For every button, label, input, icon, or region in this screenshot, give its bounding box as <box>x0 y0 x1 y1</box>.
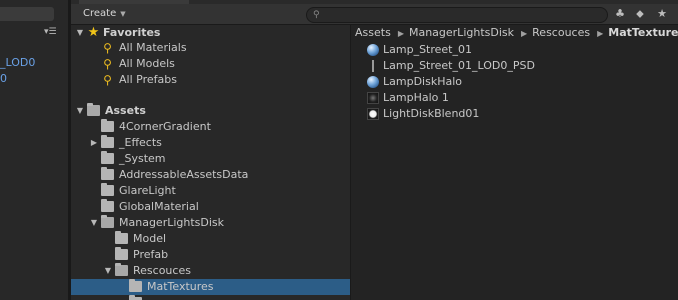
breadcrumb-item[interactable]: ManagerLightsDisk <box>409 26 514 39</box>
folder-icon <box>101 135 114 148</box>
search-input[interactable]: ⚲ <box>306 7 608 23</box>
breadcrumb-separator-icon: ▶ <box>597 29 604 38</box>
search-filter-icon: ⚲ <box>103 41 112 55</box>
mesh-icon <box>367 60 379 72</box>
tree-folder-item-partial[interactable] <box>71 295 350 300</box>
asset-name: LightDiskBlend01 <box>383 107 480 120</box>
search-filter-icon: ⚲ <box>103 57 112 71</box>
star-icon: ★ <box>87 25 100 40</box>
hierarchy-search-field[interactable] <box>0 7 54 21</box>
material-sphere-icon <box>367 76 379 88</box>
chevron-down-icon: ▼ <box>120 10 126 18</box>
folder-open-icon <box>101 215 114 228</box>
search-icon: ⚲ <box>313 10 320 20</box>
tree-folder-item[interactable]: _System <box>71 151 350 167</box>
breadcrumb-item[interactable]: Rescouces <box>532 26 590 39</box>
folder-tree: ▼ ★ Favorites ⚲ All Materials ⚲ All Mode… <box>71 25 350 300</box>
asset-name: Lamp_Street_01 <box>383 43 472 56</box>
folder-label: GlobalMaterial <box>119 200 199 213</box>
asset-list-panel: Assets ▶ ManagerLightsDisk ▶ Rescouces ▶ MatTe… <box>351 25 678 300</box>
favorite-label: All Prefabs <box>119 73 177 86</box>
folder-label: _Effects <box>119 136 162 149</box>
texture-dark-icon <box>367 92 379 104</box>
tree-folder-item[interactable]: 4CornerGradient <box>71 119 350 135</box>
folder-icon <box>101 199 114 212</box>
asset-name: LampHalo 1 <box>383 91 449 104</box>
expanded-arrow-icon[interactable]: ▼ <box>75 25 85 41</box>
folder-icon <box>115 247 128 260</box>
favorite-label: All Materials <box>119 41 187 54</box>
assets-root[interactable]: ▼ Assets <box>71 103 350 119</box>
favorite-item[interactable]: ⚲ All Materials <box>71 40 350 56</box>
search-filter-icon: ⚲ <box>103 73 112 87</box>
favorite-star-icon[interactable]: ★ <box>654 6 670 22</box>
texture-white-icon <box>367 108 379 120</box>
tree-folder-item[interactable]: ▶ _Effects <box>71 135 350 151</box>
folder-icon <box>87 103 100 116</box>
asset-name: LampDiskHalo <box>383 75 462 88</box>
folder-icon <box>101 167 114 180</box>
breadcrumb: Assets ▶ ManagerLightsDisk ▶ Rescouces ▶ MatTe… <box>351 25 678 41</box>
tree-folder-item[interactable]: ▼ ManagerLightsDisk <box>71 215 350 231</box>
breadcrumb-current[interactable]: MatTextures <box>608 26 678 39</box>
filter-by-label-icon[interactable]: ⬥ <box>632 6 648 22</box>
folder-label: AddressableAssetsData <box>119 168 249 181</box>
create-button-label: Create <box>83 8 117 19</box>
expanded-arrow-icon[interactable]: ▼ <box>75 103 85 119</box>
folder-icon <box>101 119 114 132</box>
filter-by-type-icon[interactable]: ♣ <box>612 6 628 22</box>
tree-folder-item[interactable]: ▼ Rescouces <box>71 263 350 279</box>
tree-folder-item[interactable]: GlareLight <box>71 183 350 199</box>
folder-label: _System <box>119 152 166 165</box>
tree-folder-item[interactable]: Prefab <box>71 247 350 263</box>
hierarchy-item[interactable]: _LOD0 <box>0 56 35 69</box>
breadcrumb-separator-icon: ▶ <box>397 29 404 38</box>
folder-open-icon <box>115 263 128 276</box>
folder-icon <box>101 151 114 164</box>
project-toolbar: Create ▼ ⚲ ♣ ⬥ ★ <box>71 4 678 25</box>
folder-label: 4CornerGradient <box>119 120 211 133</box>
folder-label: Prefab <box>133 248 169 261</box>
favorite-item[interactable]: ⚲ All Models <box>71 56 350 72</box>
breadcrumb-item[interactable]: Assets <box>355 26 391 39</box>
folder-icon <box>115 231 128 244</box>
favorites-header[interactable]: ▼ ★ Favorites <box>71 25 350 41</box>
favorite-label: All Models <box>119 57 175 70</box>
tree-folder-item[interactable]: Model <box>71 231 350 247</box>
create-button[interactable]: Create ▼ <box>77 6 132 22</box>
tree-folder-item[interactable]: AddressableAssetsData <box>71 167 350 183</box>
folder-label: ManagerLightsDisk <box>119 216 225 229</box>
project-window: Create ▼ ⚲ ♣ ⬥ ★ ▼ ★ Favorites ⚲ All Mat… <box>71 0 678 300</box>
favorites-title: Favorites <box>103 26 161 39</box>
folder-icon <box>129 279 142 292</box>
tree-folder-item-selected[interactable]: MatTextures <box>71 279 350 295</box>
hierarchy-item[interactable]: 0 <box>0 72 7 85</box>
folder-label: MatTextures <box>147 280 214 293</box>
hierarchy-menu-icon[interactable]: ▾☰ <box>44 27 64 37</box>
tree-folder-item[interactable]: GlobalMaterial <box>71 199 350 215</box>
collapsed-arrow-icon[interactable]: ▶ <box>89 135 99 151</box>
expanded-arrow-icon[interactable]: ▼ <box>103 263 113 279</box>
folder-label: Rescouces <box>133 264 191 277</box>
expanded-arrow-icon[interactable]: ▼ <box>89 215 99 231</box>
folder-icon <box>101 183 114 196</box>
folder-label: GlareLight <box>119 184 176 197</box>
breadcrumb-separator-icon: ▶ <box>521 29 528 38</box>
material-sphere-icon <box>367 44 379 56</box>
asset-name: Lamp_Street_01_LOD0_PSD <box>383 59 535 72</box>
favorite-item[interactable]: ⚲ All Prefabs <box>71 72 350 88</box>
folder-label: Model <box>133 232 167 245</box>
hierarchy-panel: ▾☰ _LOD0 0 <box>0 0 68 300</box>
assets-title: Assets <box>105 104 146 117</box>
